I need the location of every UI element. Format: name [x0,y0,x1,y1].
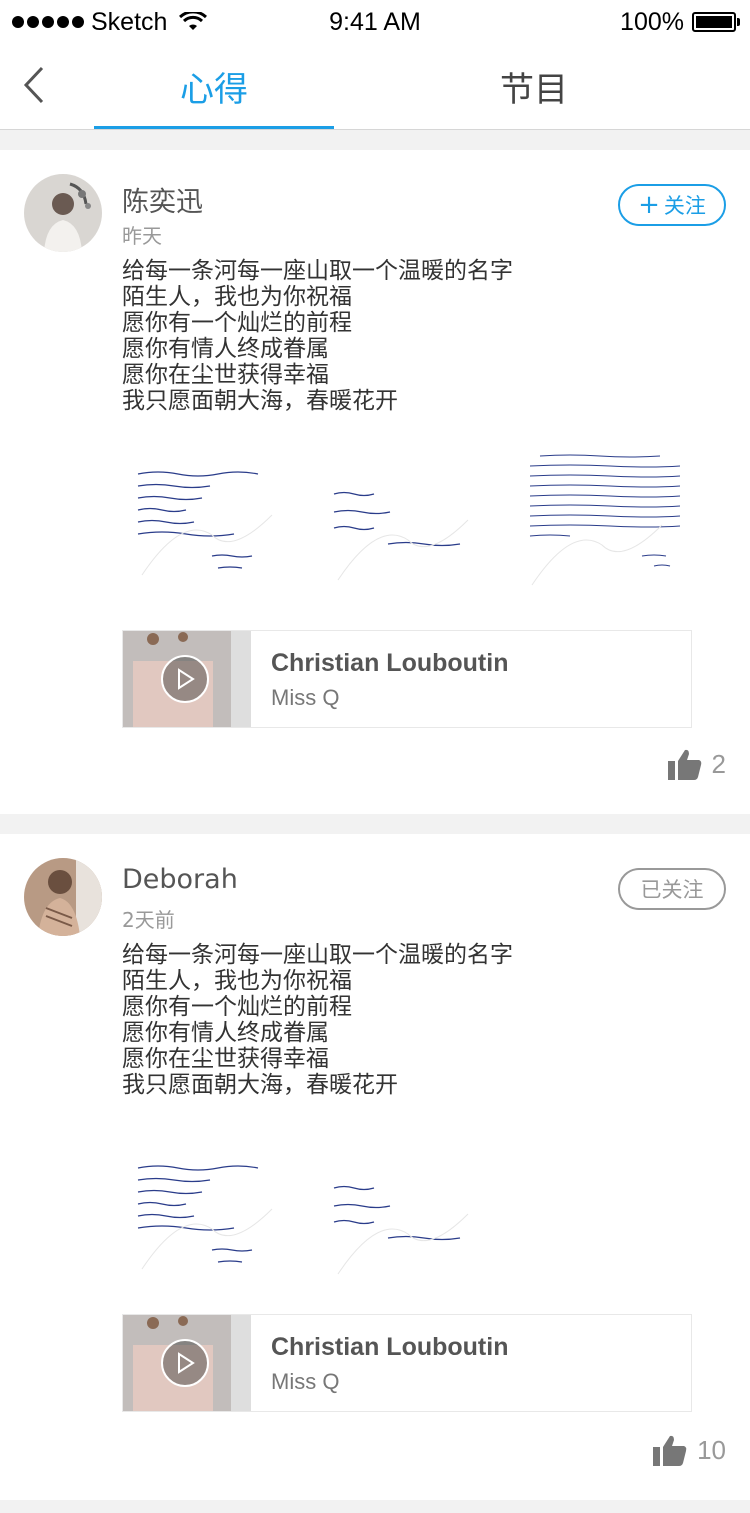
battery-icon [692,12,740,32]
post-line: 我只愿面朝大海，春暖花开 [122,1072,398,1098]
post-images [122,440,702,600]
album-cover [123,1315,251,1411]
plus-icon: + [638,190,660,220]
thumbs-up-icon [653,1435,687,1466]
post-image[interactable] [122,1134,292,1284]
post-image[interactable] [322,1134,492,1284]
like-button[interactable]: 10 [653,1434,726,1466]
album-cover [123,631,251,727]
user-name[interactable]: 陈奕迅 [122,180,203,219]
post-text: 给每一条河每一座山取一个温暖的名字 陌生人，我也为你祝福 愿你有一个灿烂的前程 … [122,942,682,1098]
song-title: Christian Louboutin [271,1333,509,1361]
thumbs-up-icon [667,749,701,780]
post-card: Deborah 2天前 已关注 给每一条河每一座山取一个温暖的名字 陌生人，我也… [0,834,750,1500]
post-card: 陈奕迅 昨天 + 关注 给每一条河每一座山取一个温暖的名字 陌生人，我也为你祝福… [0,150,750,814]
post-image[interactable] [522,440,692,590]
like-count: 2 [711,748,726,779]
post-line: 陌生人，我也为你祝福 [122,968,352,994]
post-line: 愿你有一个灿烂的前程 [122,310,352,336]
battery-status: 100% [620,7,740,36]
post-line: 陌生人，我也为你祝福 [122,284,352,310]
followed-button[interactable]: 已关注 [618,868,726,910]
avatar[interactable] [24,174,102,252]
post-image[interactable] [122,440,292,590]
tab-programs[interactable]: 节目 [414,62,654,111]
song-title: Christian Louboutin [271,649,509,677]
post-images [122,1134,702,1294]
like-count: 10 [697,1434,726,1465]
active-tab-indicator [94,126,334,129]
post-image[interactable] [322,440,492,590]
post-time: 2天前 [122,908,175,932]
post-line: 愿你有一个灿烂的前程 [122,994,352,1020]
post-line: 愿你在尘世获得幸福 [122,1046,329,1072]
post-line: 给每一条河每一座山取一个温暖的名字 [122,942,513,968]
avatar[interactable] [24,858,102,936]
post-line: 我只愿面朝大海，春暖花开 [122,388,398,414]
nav-bar: 心得 节目 [0,44,750,130]
music-card[interactable]: Christian Louboutin Miss Q [122,630,692,728]
follow-label: 已关注 [640,878,704,902]
post-line: 给每一条河每一座山取一个温暖的名字 [122,258,513,284]
tab-insights[interactable]: 心得 [94,62,334,111]
post-text: 给每一条河每一座山取一个温暖的名字 陌生人，我也为你祝福 愿你有一个灿烂的前程 … [122,258,682,414]
post-time: 昨天 [122,224,162,248]
music-card[interactable]: Christian Louboutin Miss Q [122,1314,692,1412]
follow-button[interactable]: + 关注 [618,184,726,226]
play-icon[interactable] [161,655,209,703]
song-artist: Miss Q [271,685,340,710]
follow-label: 关注 [663,194,706,218]
post-line: 愿你有情人终成眷属 [122,1020,329,1046]
user-name[interactable]: Deborah [122,864,238,895]
play-icon[interactable] [161,1339,209,1387]
battery-percent: 100% [620,7,684,36]
song-artist: Miss Q [271,1369,340,1394]
post-line: 愿你在尘世获得幸福 [122,362,329,388]
status-bar: Sketch 9:41 AM 100% [0,0,750,44]
like-button[interactable]: 2 [667,748,726,780]
back-icon[interactable] [20,64,50,106]
post-line: 愿你有情人终成眷属 [122,336,329,362]
